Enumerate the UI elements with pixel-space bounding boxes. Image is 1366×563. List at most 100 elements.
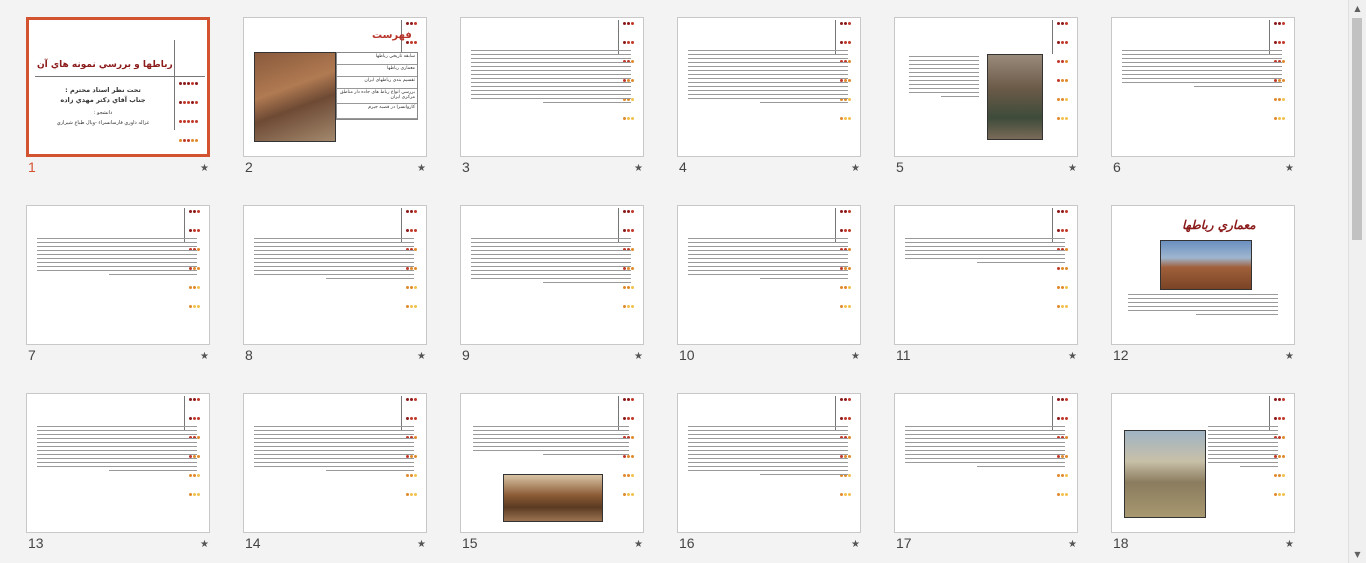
slide-transition-star-icon[interactable]: ★ — [200, 351, 209, 362]
slide-title: رباطها و بررسي نمونه هاي آن — [37, 60, 173, 70]
text-block — [688, 426, 848, 478]
slide-thumbnail[interactable] — [1111, 17, 1295, 157]
toc-list: سابقه تاريخي رباطها معماري رباطها تقسيم بن… — [336, 52, 418, 120]
slide-transition-star-icon[interactable]: ★ — [851, 351, 860, 362]
slide-transition-star-icon[interactable]: ★ — [1285, 163, 1294, 174]
text-block — [909, 56, 979, 100]
slide-photo — [987, 54, 1043, 140]
text-block — [254, 238, 414, 282]
slide-thumbnail[interactable] — [460, 205, 644, 345]
divider-line — [1052, 208, 1053, 242]
text-block — [688, 50, 848, 106]
slide-number: 11 — [896, 347, 911, 363]
text-block — [1128, 294, 1278, 318]
slide-transition-star-icon[interactable]: ★ — [634, 351, 643, 362]
slide-thumbnail[interactable] — [894, 17, 1078, 157]
divider-line — [1269, 396, 1270, 430]
slide-number: 5 — [896, 159, 904, 175]
slide-subtitle-line: تحت نظر استاد محترم : — [65, 86, 141, 94]
divider-line — [401, 208, 402, 242]
slide-number: 18 — [1113, 535, 1129, 551]
slide-number: 6 — [1113, 159, 1121, 175]
slide-transition-star-icon[interactable]: ★ — [417, 351, 426, 362]
scroll-down-arrow-icon[interactable]: ▼ — [1349, 546, 1366, 563]
slide-number: 1 — [28, 159, 36, 175]
slide-number: 8 — [245, 347, 253, 363]
slide-number: 7 — [28, 347, 36, 363]
slide-transition-star-icon[interactable]: ★ — [417, 539, 426, 550]
text-block — [254, 426, 414, 474]
scroll-up-arrow-icon[interactable]: ▲ — [1349, 0, 1366, 17]
divider-line — [1052, 396, 1053, 430]
vertical-scrollbar[interactable]: ▲ ▼ — [1348, 0, 1366, 563]
slide-transition-star-icon[interactable]: ★ — [634, 163, 643, 174]
slide-transition-star-icon[interactable]: ★ — [417, 163, 426, 174]
slide-subtitle-line: دانشجو : — [93, 110, 113, 116]
slide-transition-star-icon[interactable]: ★ — [851, 539, 860, 550]
text-block — [471, 50, 631, 106]
slide-number: 4 — [679, 159, 687, 175]
decorative-dots — [179, 82, 201, 154]
decorative-dots — [1057, 210, 1071, 324]
slide-photo — [1160, 240, 1252, 290]
slide-thumbnail[interactable] — [243, 393, 427, 533]
slide-number: 14 — [245, 535, 261, 551]
divider-line — [174, 40, 175, 130]
divider-line — [835, 20, 836, 54]
divider-line — [1269, 20, 1270, 54]
slide-transition-star-icon[interactable]: ★ — [851, 163, 860, 174]
slide-thumbnail[interactable] — [460, 17, 644, 157]
divider-line — [835, 396, 836, 430]
slide-thumbnail[interactable]: فهرست سابقه تاريخي رباطها معماري رباطها تقس… — [243, 17, 427, 157]
text-block — [905, 238, 1065, 266]
slide-number: 12 — [1113, 347, 1129, 363]
divider-line — [618, 208, 619, 242]
toc-item: تقسيم بندي رباطهاي ايران — [337, 77, 417, 89]
slide-number: 13 — [28, 535, 44, 551]
divider-line — [835, 208, 836, 242]
slide-photo — [503, 474, 603, 522]
slide-transition-star-icon[interactable]: ★ — [1068, 163, 1077, 174]
slide-thumbnail[interactable]: معماري رباطها — [1111, 205, 1295, 345]
slide-thumbnail[interactable] — [460, 393, 644, 533]
slide-transition-star-icon[interactable]: ★ — [200, 163, 209, 174]
slide-number: 9 — [462, 347, 470, 363]
scrollbar-thumb[interactable] — [1352, 18, 1362, 240]
slide-thumbnail[interactable] — [677, 393, 861, 533]
divider-line — [35, 76, 205, 77]
slide-transition-star-icon[interactable]: ★ — [1285, 539, 1294, 550]
slide-transition-star-icon[interactable]: ★ — [1068, 539, 1077, 550]
text-block — [473, 426, 629, 458]
toc-item: سابقه تاريخي رباطها — [337, 53, 417, 65]
divider-line — [184, 396, 185, 430]
slide-thumbnail[interactable] — [894, 205, 1078, 345]
slide-transition-star-icon[interactable]: ★ — [1285, 351, 1294, 362]
text-block — [1122, 50, 1282, 90]
slide-number: 16 — [679, 535, 695, 551]
slide-thumbnail[interactable] — [26, 393, 210, 533]
slide-transition-star-icon[interactable]: ★ — [200, 539, 209, 550]
slide-number: 17 — [896, 535, 912, 551]
slide-number: 3 — [462, 159, 470, 175]
slide-number: 10 — [679, 347, 695, 363]
slide-title: فهرست — [372, 30, 412, 41]
slide-thumbnail[interactable] — [894, 393, 1078, 533]
decorative-dots — [1057, 22, 1071, 136]
text-block — [688, 238, 848, 282]
slide-transition-star-icon[interactable]: ★ — [1068, 351, 1077, 362]
slide-thumbnail[interactable] — [677, 17, 861, 157]
slide-title: معماري رباطها — [1182, 218, 1256, 232]
slide-thumbnail[interactable] — [243, 205, 427, 345]
divider-line — [1052, 20, 1053, 54]
slide-thumbnail[interactable] — [1111, 393, 1295, 533]
slide-sorter-grid: رباطها و بررسي نمونه هاي آن تحت نظر استاد… — [0, 0, 1348, 563]
text-block — [471, 238, 631, 286]
slide-thumbnail[interactable] — [677, 205, 861, 345]
slide-transition-star-icon[interactable]: ★ — [634, 539, 643, 550]
slide-thumbnail[interactable]: رباطها و بررسي نمونه هاي آن تحت نظر استاد… — [26, 17, 210, 157]
text-block — [1208, 426, 1278, 470]
slide-number: 15 — [462, 535, 478, 551]
slide-subtitle-line: جناب آقاي دكتر مهدي زاده — [60, 96, 146, 104]
slide-photo — [1124, 430, 1206, 518]
slide-thumbnail[interactable] — [26, 205, 210, 345]
